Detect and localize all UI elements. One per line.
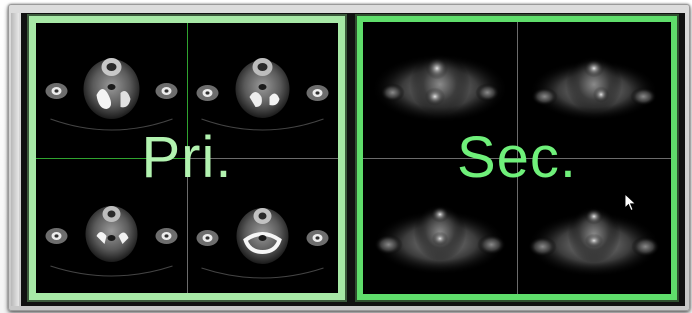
pet-slice-image [527,206,661,277]
window-left-rail [11,13,19,306]
primary-image-panel[interactable]: Pri. [27,14,347,302]
secondary-slice-3[interactable] [363,158,517,294]
crosshair-horizontal[interactable] [36,158,187,159]
secondary-image-panel[interactable]: Sec. [355,14,679,302]
primary-slice-2[interactable] [187,23,338,158]
secondary-slice-4[interactable] [517,158,671,294]
ct-slice-image [45,58,178,131]
quadrant-divider-horizontal [363,158,671,159]
primary-slice-3[interactable] [36,158,187,293]
ct-slice-image [196,58,329,131]
crosshair-vertical[interactable] [187,23,188,158]
secondary-slice-1[interactable] [363,22,517,158]
ct-slice-image [196,208,329,279]
primary-slice-1[interactable] [36,23,187,158]
ct-slice-image [45,206,178,277]
pet-slice-image [373,204,507,275]
primary-slice-4[interactable] [187,158,338,293]
pet-slice-image [529,56,659,121]
secondary-slice-2[interactable] [517,22,671,158]
pet-slice-image [371,54,509,123]
arrow-pointer-icon [624,193,637,212]
